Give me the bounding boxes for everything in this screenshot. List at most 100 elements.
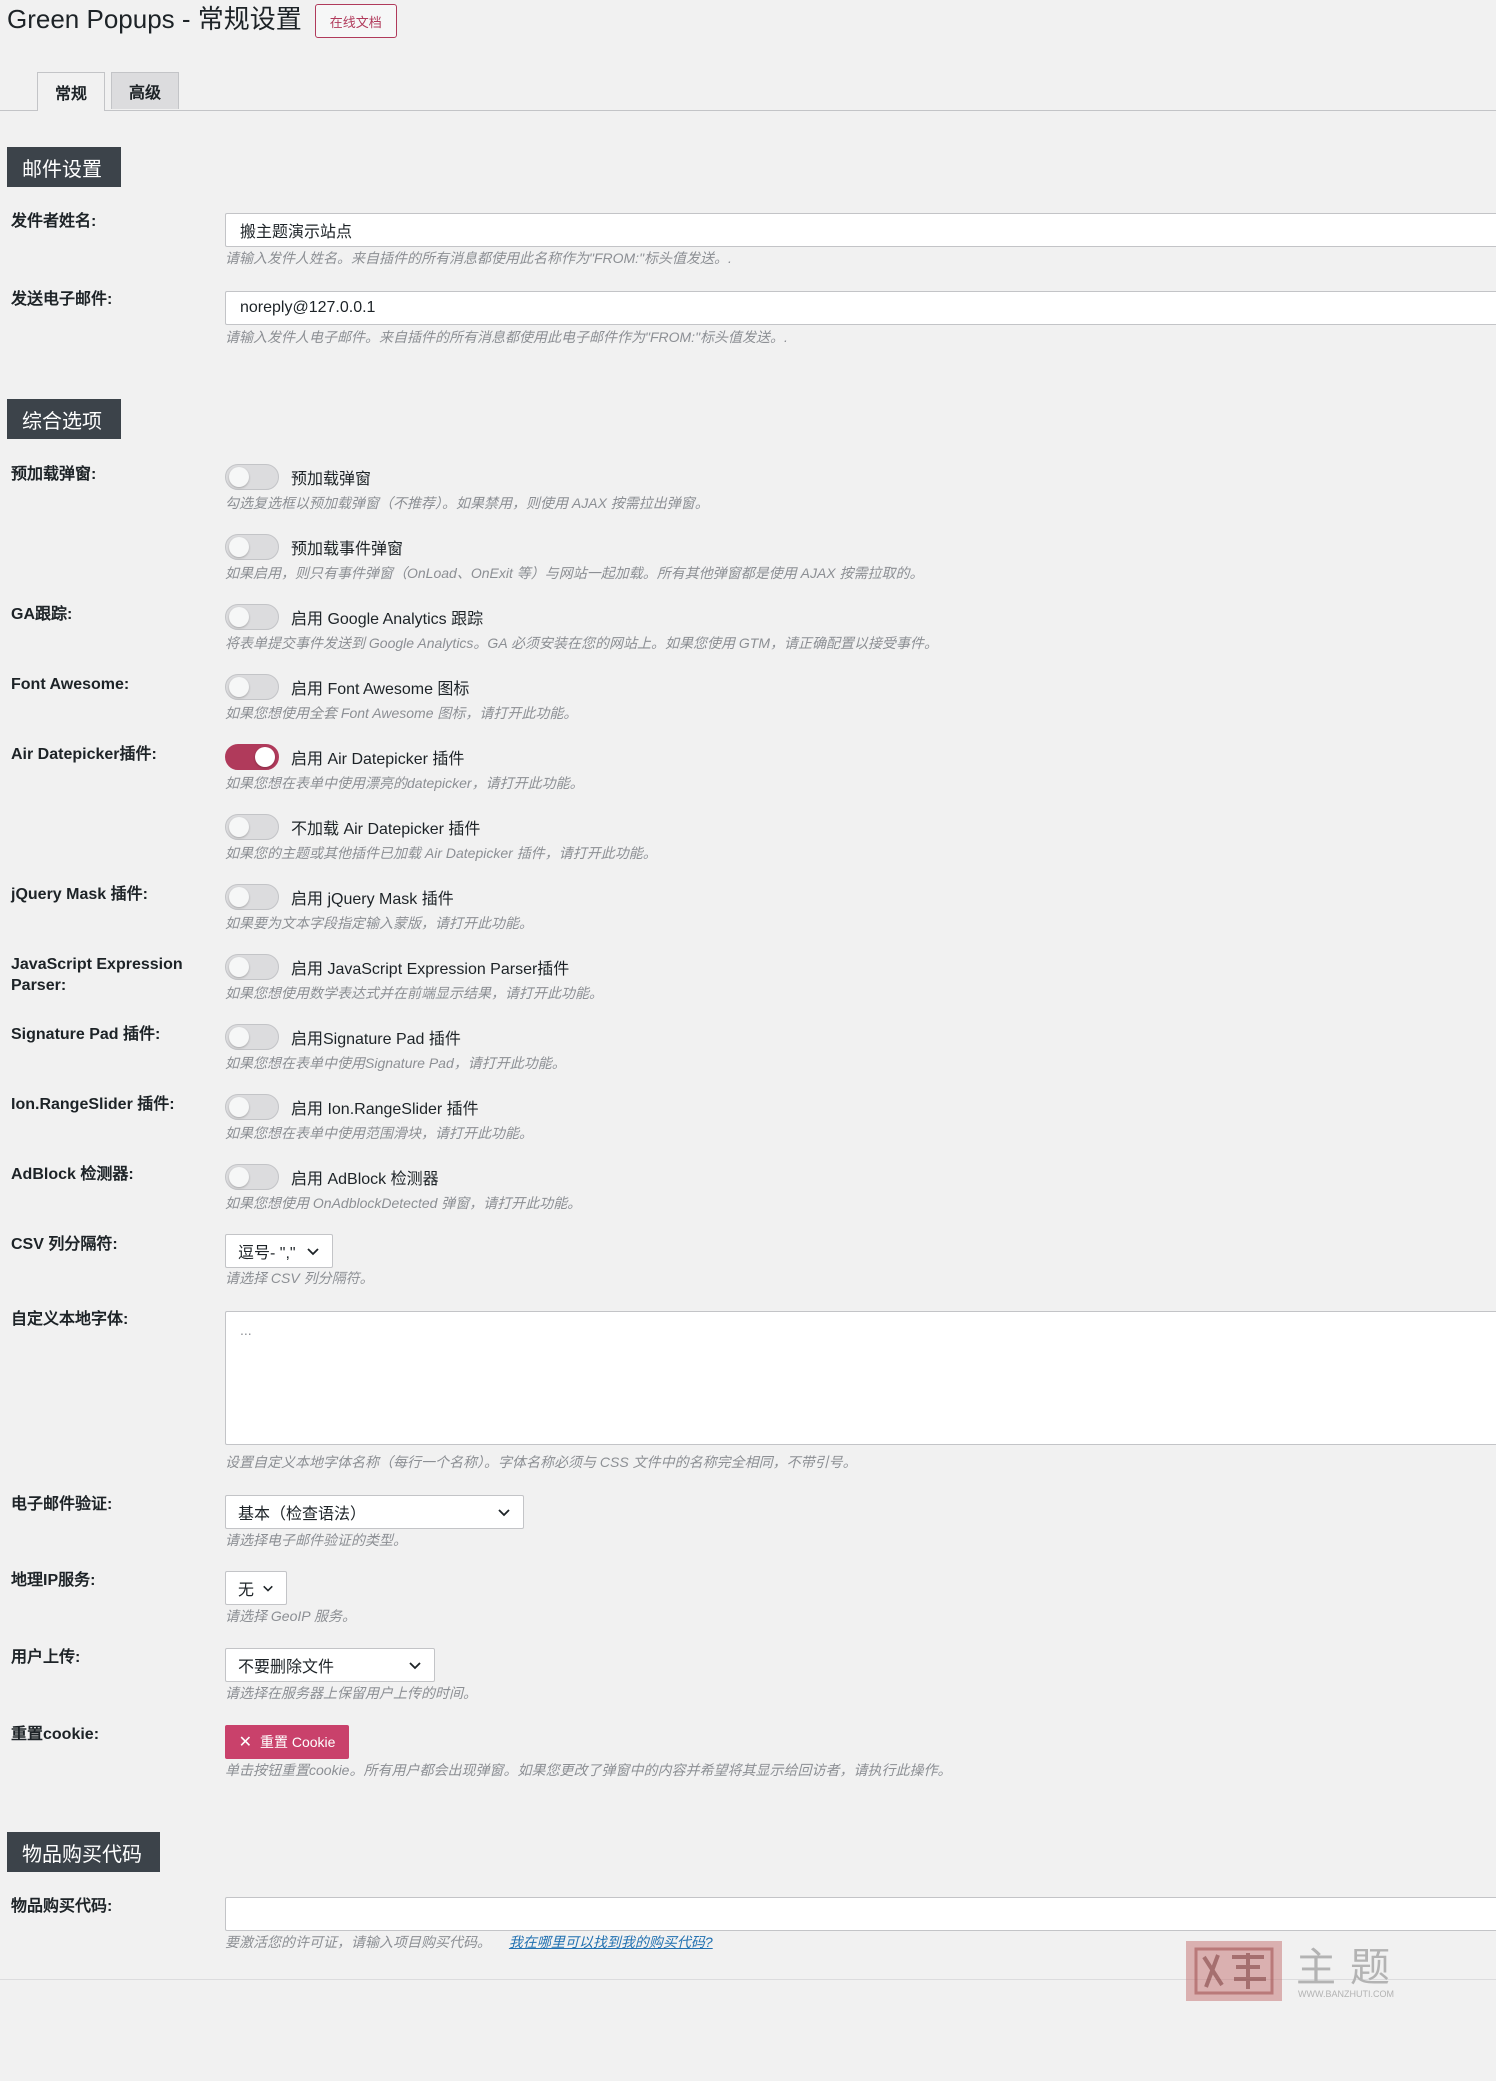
- uploads-value: 不要删除文件: [238, 1659, 335, 1676]
- tab-bar: 常规 高级: [0, 72, 1496, 111]
- preload-label: 预加载弹窗:: [11, 466, 97, 483]
- font-awesome-label: Font Awesome:: [11, 676, 130, 693]
- datepicker-enable-desc: 如果您想在表单中使用漂亮的datepicker，请打开此功能。: [225, 775, 584, 791]
- close-icon: ✕: [238, 1734, 252, 1751]
- font-awesome-toggle[interactable]: [225, 674, 279, 700]
- tab-advanced[interactable]: 高级: [111, 72, 179, 109]
- ga-row: 启用 Google Analytics 跟踪: [225, 603, 483, 631]
- datepicker-noload-toggle-label: 不加载 Air Datepicker 插件: [291, 821, 481, 838]
- datepicker-noload-toggle[interactable]: [225, 814, 279, 840]
- ga-label: GA跟踪:: [11, 606, 73, 623]
- page-header: Green Popups - 常规设置 在线文档: [7, 0, 397, 38]
- preload-event-popups-row: 预加载事件弹窗: [225, 533, 403, 561]
- uploads-desc: 请选择在服务器上保留用户上传的时间。: [225, 1685, 477, 1701]
- sender-email-label: 发送电子邮件:: [11, 291, 113, 308]
- jquery-mask-desc: 如果要为文本字段指定输入蒙版，请打开此功能。: [225, 915, 533, 931]
- preload-event-popups-toggle[interactable]: [225, 534, 279, 560]
- csv-separator-select[interactable]: 逗号- ",": [225, 1234, 333, 1268]
- ga-tracking-toggle-label: 启用 Google Analytics 跟踪: [291, 611, 484, 628]
- online-docs-button[interactable]: 在线文档: [314, 4, 397, 38]
- reset-cookie-label: 重置cookie:: [11, 1726, 100, 1743]
- datepicker-enable-row: 启用 Air Datepicker 插件: [225, 743, 464, 771]
- chevron-down-icon: [498, 1509, 510, 1517]
- datepicker-label: Air Datepicker插件:: [11, 746, 157, 763]
- range-slider-toggle-label: 启用 Ion.RangeSlider 插件: [291, 1101, 479, 1118]
- jquery-mask-toggle-label: 启用 jQuery Mask 插件: [291, 891, 454, 908]
- font-awesome-row: 启用 Font Awesome 图标: [225, 673, 469, 701]
- preload-popups-desc: 勾选复选框以预加载弹窗（不推荐）。如果禁用，则使用 AJAX 按需拉出弹窗。: [225, 495, 709, 511]
- purchase-code-input[interactable]: [225, 1897, 1496, 1931]
- section-title-general: 综合选项: [7, 399, 121, 439]
- csv-separator-value: 逗号- ",": [238, 1245, 296, 1262]
- sender-email-desc: 请输入发件人电子邮件。来自插件的所有消息都使用此电子邮件作为"FROM:"标头值…: [225, 329, 788, 345]
- datepicker-enable-toggle[interactable]: [225, 744, 279, 770]
- js-expression-row: 启用 JavaScript Expression Parser插件: [225, 953, 569, 981]
- ga-tracking-toggle[interactable]: [225, 604, 279, 630]
- reset-cookie-button[interactable]: ✕ 重置 Cookie: [225, 1725, 349, 1759]
- range-slider-desc: 如果您想在表单中使用范围滑块，请打开此功能。: [225, 1125, 533, 1141]
- geoip-select[interactable]: 无: [225, 1571, 287, 1605]
- geoip-value: 无: [238, 1582, 255, 1599]
- email-validation-value: 基本（检查语法）: [238, 1506, 367, 1523]
- toggle-knob: [229, 1027, 249, 1047]
- jquery-mask-row: 启用 jQuery Mask 插件: [225, 883, 454, 911]
- uploads-select[interactable]: 不要删除文件: [225, 1648, 435, 1682]
- find-purchase-code-link[interactable]: 我在哪里可以找到我的购买代码?: [509, 1934, 713, 1950]
- csv-desc: 请选择 CSV 列分隔符。: [225, 1270, 374, 1286]
- sender-email-input[interactable]: noreply@127.0.0.1: [225, 291, 1496, 325]
- font-awesome-desc: 如果您想使用全套 Font Awesome 图标，请打开此功能。: [225, 705, 578, 721]
- watermark-url: WWW.BANZHUTI.COM: [1298, 1989, 1394, 1999]
- sender-name-desc: 请输入发件人姓名。来自插件的所有消息都使用此名称作为"FROM:"标头值发送。.: [225, 250, 732, 266]
- range-slider-label: Ion.RangeSlider 插件:: [11, 1096, 175, 1113]
- uploads-label: 用户上传:: [11, 1649, 81, 1666]
- signature-pad-toggle[interactable]: [225, 1024, 279, 1050]
- adblock-toggle[interactable]: [225, 1164, 279, 1190]
- chevron-down-icon: [307, 1248, 319, 1256]
- adblock-desc: 如果您想使用 OnAdblockDetected 弹窗，请打开此功能。: [225, 1195, 582, 1211]
- watermark-logo: 主题 WWW.BANZHUTI.COM: [1182, 1933, 1412, 2007]
- signature-pad-toggle-label: 启用Signature Pad 插件: [291, 1031, 461, 1048]
- font-awesome-toggle-label: 启用 Font Awesome 图标: [291, 681, 470, 698]
- adblock-row: 启用 AdBlock 检测器: [225, 1163, 439, 1191]
- email-validation-label: 电子邮件验证:: [11, 1496, 113, 1513]
- preload-popups-row: 预加载弹窗: [225, 463, 371, 491]
- reset-cookie-button-label: 重置 Cookie: [259, 1734, 336, 1750]
- jquery-mask-toggle[interactable]: [225, 884, 279, 910]
- js-expression-toggle[interactable]: [225, 954, 279, 980]
- signature-pad-label: Signature Pad 插件:: [11, 1026, 161, 1043]
- sender-name-input[interactable]: 搬主题演示站点: [225, 213, 1496, 247]
- toggle-knob: [229, 887, 249, 907]
- toggle-knob: [229, 817, 249, 837]
- reset-cookie-desc: 单击按钮重置cookie。所有用户都会出现弹窗。如果您更改了弹窗中的内容并希望将…: [225, 1762, 952, 1778]
- preload-popups-toggle-label: 预加载弹窗: [291, 471, 372, 488]
- email-validation-select[interactable]: 基本（检查语法）: [225, 1495, 524, 1529]
- sender-name-label: 发件者姓名:: [11, 213, 97, 230]
- signature-pad-row: 启用Signature Pad 插件: [225, 1023, 461, 1051]
- toggle-knob: [229, 537, 249, 557]
- chevron-down-icon: [409, 1662, 421, 1670]
- custom-fonts-textarea[interactable]: ...: [225, 1311, 1496, 1445]
- js-expression-toggle-label: 启用 JavaScript Expression Parser插件: [291, 961, 570, 978]
- custom-fonts-label: 自定义本地字体:: [11, 1311, 129, 1328]
- adblock-label: AdBlock 检测器:: [11, 1166, 134, 1183]
- adblock-toggle-label: 启用 AdBlock 检测器: [291, 1171, 439, 1188]
- toggle-knob: [229, 677, 249, 697]
- preload-event-popups-toggle-label: 预加载事件弹窗: [291, 541, 404, 558]
- range-slider-row: 启用 Ion.RangeSlider 插件: [225, 1093, 479, 1121]
- toggle-knob: [229, 1167, 249, 1187]
- email-validation-desc: 请选择电子邮件验证的类型。: [225, 1532, 407, 1548]
- preload-popups-toggle[interactable]: [225, 464, 279, 490]
- toggle-knob: [255, 747, 275, 767]
- purchase-code-desc-text: 要激活您的许可证，请输入项目购买代码。: [225, 1934, 491, 1950]
- js-expression-desc: 如果您想使用数学表达式并在前端显示结果，请打开此功能。: [225, 985, 603, 1001]
- geoip-label: 地理IP服务:: [11, 1572, 96, 1589]
- datepicker-noload-row: 不加载 Air Datepicker 插件: [225, 813, 480, 841]
- tab-general[interactable]: 常规: [37, 72, 105, 111]
- datepicker-enable-toggle-label: 启用 Air Datepicker 插件: [291, 751, 465, 768]
- custom-fonts-desc: 设置自定义本地字体名称（每行一个名称）。字体名称必须与 CSS 文件中的名称完全…: [225, 1454, 857, 1470]
- js-expression-label-line1: JavaScript Expression: [11, 956, 183, 973]
- page-title: Green Popups - 常规设置: [7, 4, 302, 34]
- ga-desc: 将表单提交事件发送到 Google Analytics。GA 必须安装在您的网站…: [225, 635, 939, 651]
- geoip-desc: 请选择 GeoIP 服务。: [225, 1608, 356, 1624]
- range-slider-toggle[interactable]: [225, 1094, 279, 1120]
